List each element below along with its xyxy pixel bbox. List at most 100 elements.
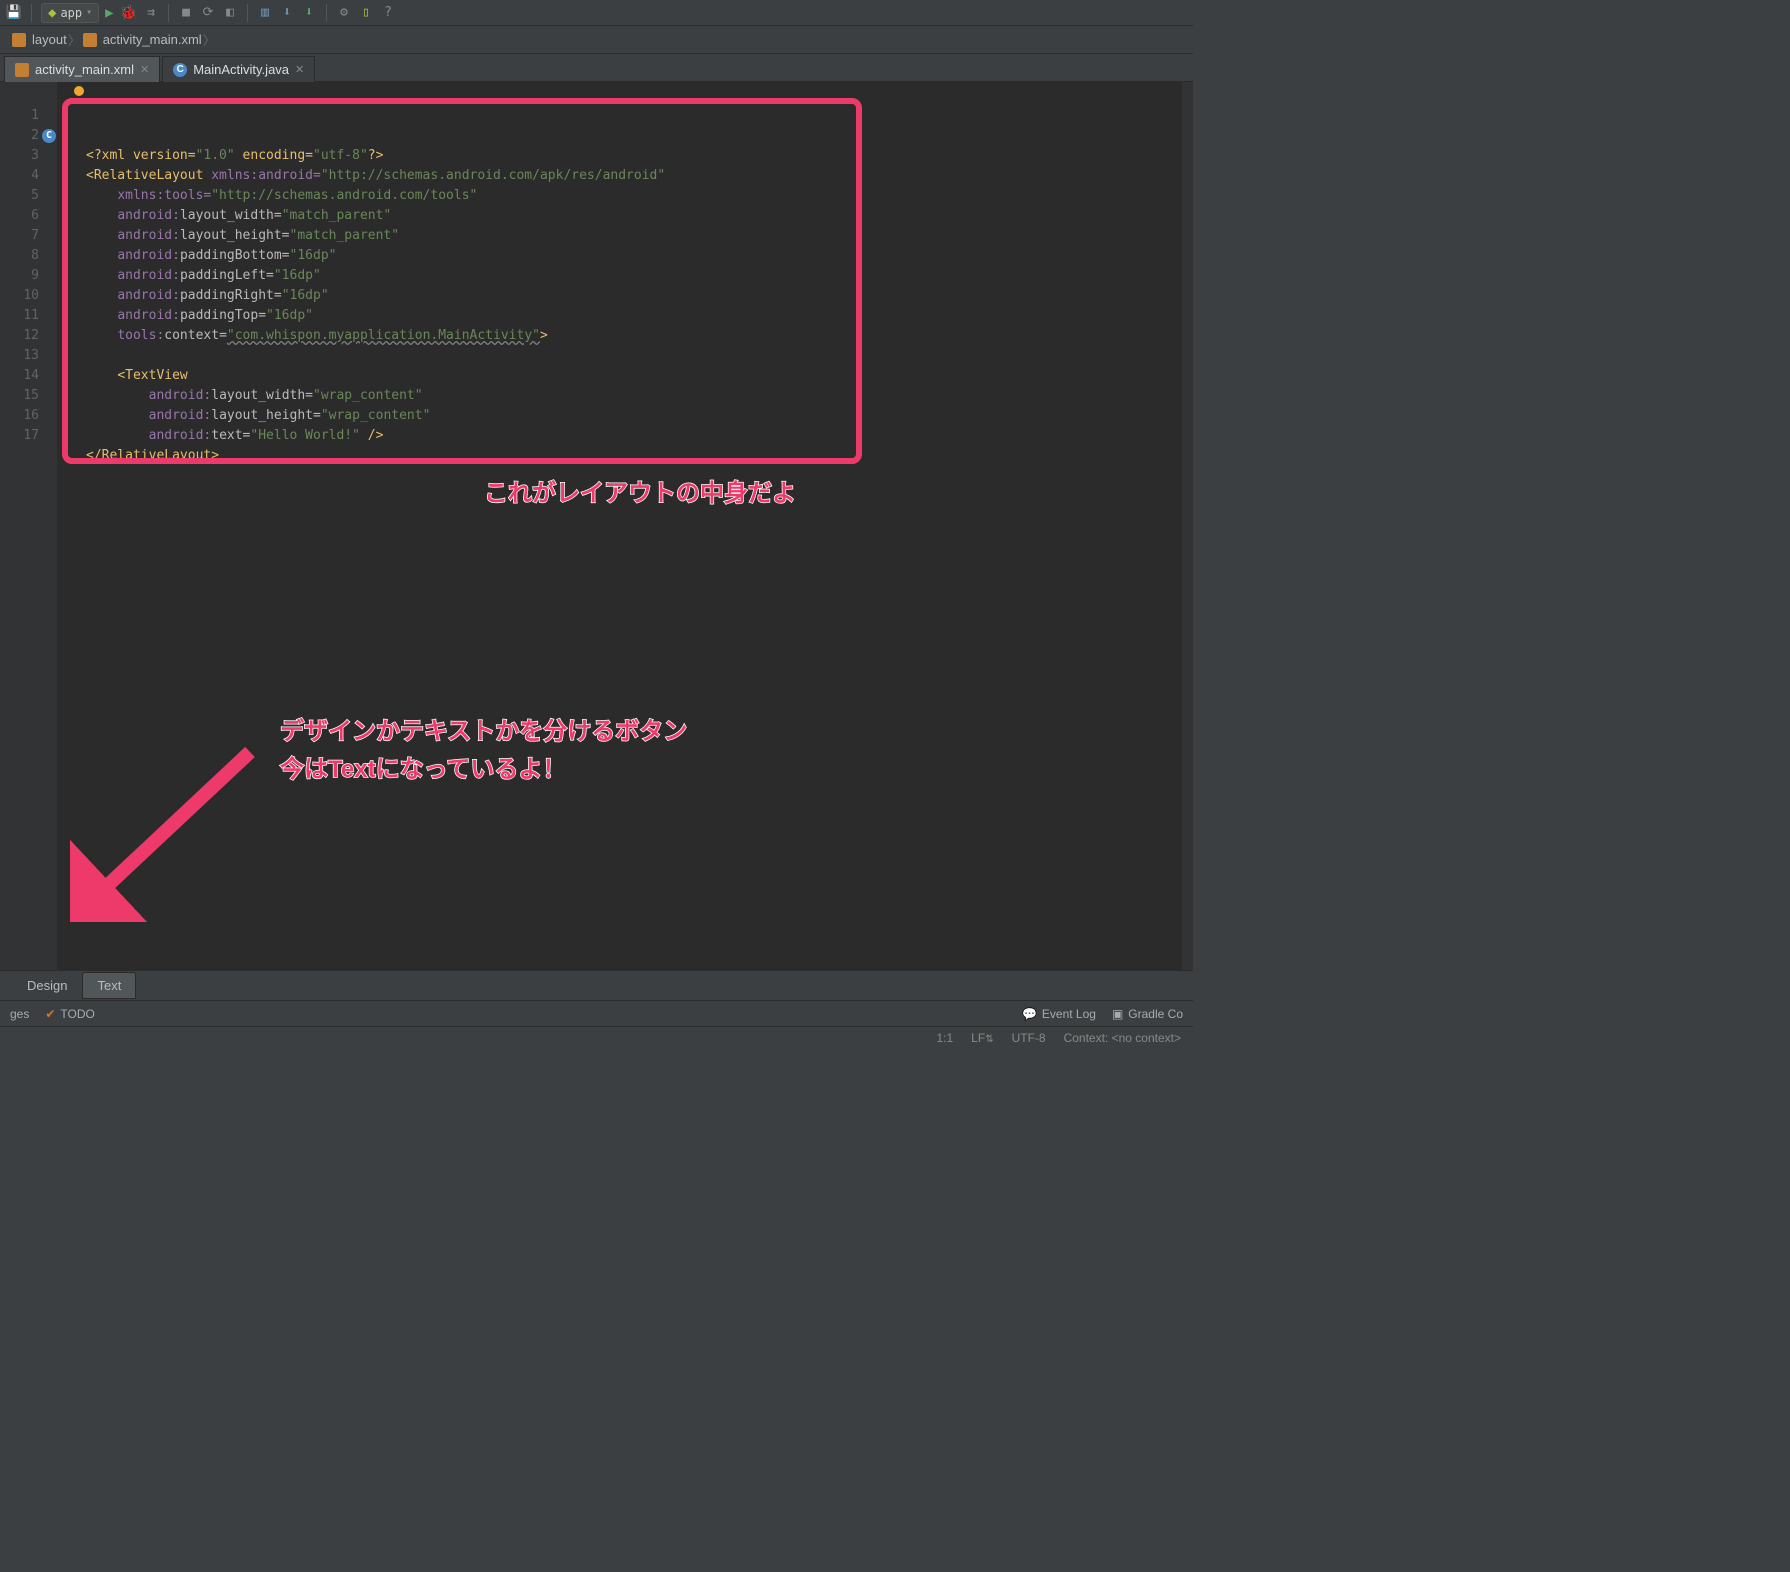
chat-icon: 💬 xyxy=(1022,1007,1037,1021)
code-area[interactable]: <?xml version="1.0" encoding="utf-8"?> <… xyxy=(58,82,1181,970)
stop-icon[interactable]: ■ xyxy=(178,5,194,21)
code-token: android: xyxy=(117,268,180,283)
device-manager-icon[interactable]: ▯ xyxy=(358,5,374,21)
code-token: ?> xyxy=(368,148,384,163)
code-token: <TextView xyxy=(117,368,187,383)
code-token: android: xyxy=(149,408,212,423)
folder-icon xyxy=(12,33,26,47)
code-token: paddingBottom= xyxy=(180,248,290,263)
code-token: "match_parent" xyxy=(282,208,392,223)
file-encoding[interactable]: UTF-8 xyxy=(1012,1031,1046,1045)
close-icon[interactable]: ✕ xyxy=(140,63,149,76)
code-token: <?xml version= xyxy=(86,148,196,163)
run-icon[interactable]: ▶ xyxy=(105,5,113,21)
code-token: xmlns:tools= xyxy=(117,188,211,203)
code-token: "utf-8" xyxy=(313,148,368,163)
tool-label: ges xyxy=(10,1007,29,1021)
line-number: 1 xyxy=(0,106,57,126)
editor-tab-label: MainActivity.java xyxy=(193,62,289,77)
sync-icon[interactable]: ⟳ xyxy=(200,5,216,21)
editor-tab-label: activity_main.xml xyxy=(35,62,134,77)
attach-icon[interactable]: ⇉ xyxy=(143,5,159,21)
project-structure-icon[interactable]: ⚙ xyxy=(336,5,352,21)
close-icon[interactable]: ✕ xyxy=(295,63,304,76)
tool-label: Event Log xyxy=(1042,1007,1096,1021)
code-token: android: xyxy=(117,228,180,243)
line-number: 10 xyxy=(0,286,57,306)
sdk-manager-icon[interactable]: ⬇ xyxy=(279,5,295,21)
text-tab[interactable]: Text xyxy=(82,972,136,999)
separator xyxy=(31,4,32,22)
layout-view-tabs: Design Text xyxy=(0,970,1193,1000)
xml-file-icon xyxy=(83,33,97,47)
code-token: context= xyxy=(164,328,227,343)
code-token: tools: xyxy=(117,328,164,343)
breadcrumb: layout activity_main.xml xyxy=(0,26,1193,54)
debug-icon[interactable]: 🐞 xyxy=(120,5,137,21)
editor-tab-bar: activity_main.xml ✕ C MainActivity.java … xyxy=(0,54,1193,82)
line-number: 3 xyxy=(0,146,57,166)
code-token: "16dp" xyxy=(266,308,313,323)
code-token: android: xyxy=(117,248,180,263)
java-class-icon: C xyxy=(173,63,187,77)
code-token: "1.0" xyxy=(196,148,235,163)
breadcrumb-item-file[interactable]: activity_main.xml xyxy=(77,30,212,49)
context-indicator[interactable]: Context: <no context> xyxy=(1064,1031,1181,1045)
code-token: paddingLeft= xyxy=(180,268,274,283)
run-config-label: app xyxy=(60,6,82,20)
line-number: 8 xyxy=(0,246,57,266)
editor-tab-activity-main[interactable]: activity_main.xml ✕ xyxy=(4,56,160,82)
code-token: "16dp" xyxy=(274,268,321,283)
gradle-console-tool[interactable]: ▣ Gradle Co xyxy=(1112,1007,1183,1021)
line-gutter: 1 2 3 4 5 6 7 8 9 10 11 12 13 14 15 16 1… xyxy=(0,82,58,970)
line-number: 11 xyxy=(0,306,57,326)
line-ending[interactable]: LF⇅ xyxy=(971,1031,993,1045)
code-token: paddingTop= xyxy=(180,308,266,323)
code-token: "http://schemas.android.com/apk/res/andr… xyxy=(321,168,665,183)
design-tab[interactable]: Design xyxy=(12,972,82,999)
code-token: > xyxy=(540,328,548,343)
separator xyxy=(326,4,327,22)
code-token: "wrap_content" xyxy=(313,388,423,403)
warning-icon[interactable] xyxy=(74,86,84,96)
breadcrumb-item-layout[interactable]: layout xyxy=(6,30,77,49)
code-token: layout_height= xyxy=(211,408,321,423)
code-token: layout_height= xyxy=(180,228,290,243)
error-stripe[interactable] xyxy=(1181,82,1193,970)
code-token: encoding= xyxy=(235,148,313,163)
status-bar: 1:1 LF⇅ UTF-8 Context: <no context> xyxy=(0,1026,1193,1048)
code-token: "Hello World!" xyxy=(250,428,360,443)
run-config-selector[interactable]: ◆ app ▾ xyxy=(41,3,99,23)
line-number: 17 xyxy=(0,426,57,446)
terminal-icon: ▣ xyxy=(1112,1007,1123,1021)
todo-tool[interactable]: ✔ TODO xyxy=(45,1007,95,1021)
chevron-down-icon: ▾ xyxy=(86,7,92,18)
line-number: 15 xyxy=(0,386,57,406)
line-number: 7 xyxy=(0,226,57,246)
code-token: android: xyxy=(117,288,180,303)
caret-position[interactable]: 1:1 xyxy=(936,1031,953,1045)
code-token: "http://schemas.android.com/tools" xyxy=(211,188,477,203)
todo-icon: ✔ xyxy=(45,1007,55,1021)
code-token: text= xyxy=(211,428,250,443)
tool-label: TODO xyxy=(60,1007,94,1021)
class-marker-icon[interactable]: C xyxy=(42,129,56,143)
breadcrumb-label: activity_main.xml xyxy=(103,32,202,47)
code-token: "16dp" xyxy=(282,288,329,303)
event-log-tool[interactable]: 💬 Event Log xyxy=(1022,1007,1096,1021)
line-number: 13 xyxy=(0,346,57,366)
line-number: 4 xyxy=(0,166,57,186)
code-editor[interactable]: 1 2 3 4 5 6 7 8 9 10 11 12 13 14 15 16 1… xyxy=(0,82,1193,970)
help-icon[interactable]: ? xyxy=(380,5,396,21)
messages-tool[interactable]: ges xyxy=(10,1007,29,1021)
code-token: /> xyxy=(360,428,383,443)
avd-manager-icon[interactable]: ▥ xyxy=(257,5,273,21)
code-token: layout_width= xyxy=(180,208,282,223)
save-all-icon[interactable]: 💾 xyxy=(6,5,22,21)
layout-inspector-icon[interactable]: ⬇ xyxy=(301,5,317,21)
coverage-icon[interactable]: ◧ xyxy=(222,5,238,21)
editor-tab-mainactivity[interactable]: C MainActivity.java ✕ xyxy=(162,56,315,82)
line-number: 6 xyxy=(0,206,57,226)
code-token: "match_parent" xyxy=(290,228,400,243)
android-icon: ◆ xyxy=(48,5,56,21)
